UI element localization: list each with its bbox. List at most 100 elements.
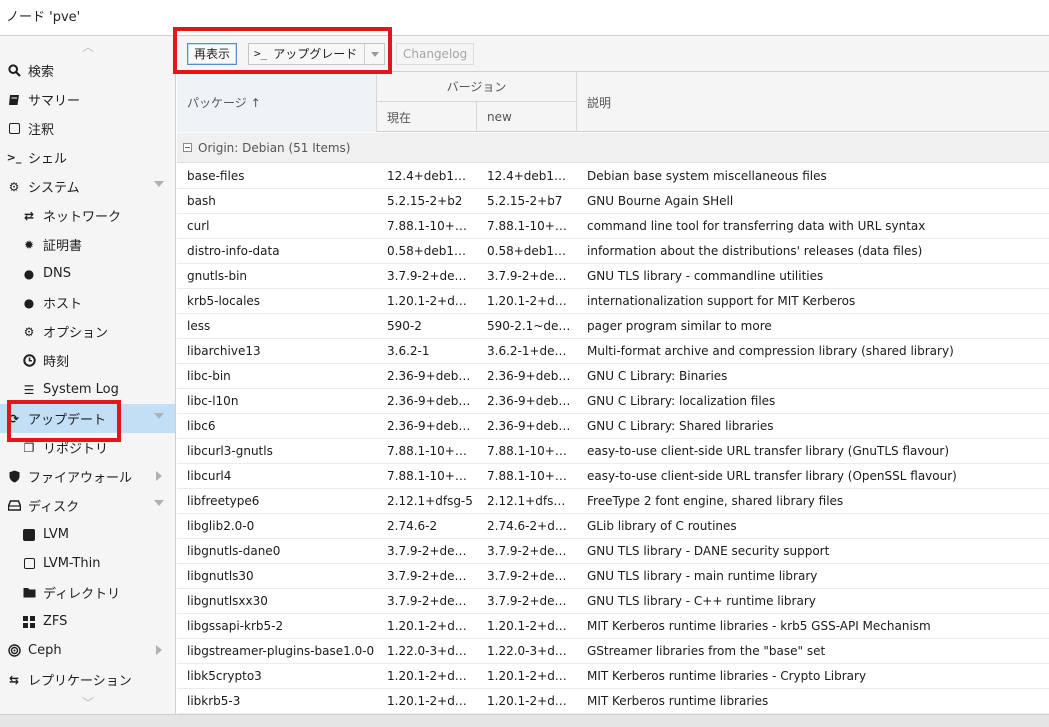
globe-icon: ● bbox=[23, 266, 35, 281]
sidebar-item-replication[interactable]: ⇆ レプリケーション bbox=[0, 665, 175, 694]
table-row[interactable]: libgstreamer-plugins-base1.0-0 1.22.0-3+d… bbox=[177, 639, 1049, 664]
column-header-package[interactable]: パッケージ ↑ bbox=[177, 72, 377, 132]
sidebar-item-label: ホスト bbox=[43, 297, 83, 312]
expand-caret-icon[interactable] bbox=[154, 181, 164, 187]
cell-new-version: 1.22.0-3+d… bbox=[487, 644, 567, 658]
column-header-description[interactable]: 説明 bbox=[577, 72, 1049, 132]
sidebar-item-label: 時刻 bbox=[43, 355, 70, 370]
certificate-icon: ✹ bbox=[23, 237, 35, 252]
cell-current-version: 1.20.1-2+d… bbox=[387, 619, 467, 633]
sidebar-item-repositories[interactable]: ❐ リポジトリ bbox=[0, 433, 175, 462]
upgrade-button[interactable]: >_ アップグレード bbox=[249, 44, 364, 64]
table-row[interactable]: distro-info-data 0.58+deb1… 0.58+deb1… info… bbox=[177, 239, 1049, 264]
table-row[interactable]: libc6 2.36-9+deb… 2.36-9+deb… GNU C Library… bbox=[177, 414, 1049, 439]
sidebar-item-firewall[interactable]: ファイアウォール bbox=[0, 462, 175, 491]
sidebar-item-system[interactable]: ⚙ システム bbox=[0, 172, 175, 201]
sidebar-item-zfs[interactable]: ZFS bbox=[0, 607, 175, 636]
sidebar-item-lvm[interactable]: LVM bbox=[0, 520, 175, 549]
cell-current-version: 2.12.1+dfsg-5 bbox=[387, 494, 473, 508]
refresh-icon: ⟳ bbox=[8, 411, 20, 426]
sidebar-item-updates[interactable]: ⟳ アップデート bbox=[0, 404, 175, 433]
expand-caret-icon[interactable] bbox=[156, 471, 162, 481]
sidebar-item-ceph[interactable]: Ceph bbox=[0, 636, 175, 665]
sidebar-item-notes[interactable]: 注釈 bbox=[0, 114, 175, 143]
sidebar-item-label: Ceph bbox=[28, 643, 62, 658]
table-row[interactable]: libcurl4 7.88.1-10+… 7.88.1-10+… easy-to-us… bbox=[177, 464, 1049, 489]
horizontal-scrollbar[interactable] bbox=[0, 714, 1049, 727]
cell-description: MIT Kerberos runtime libraries - Crypto … bbox=[587, 669, 867, 683]
toolbar: 再表示 >_ アップグレード Changelog bbox=[177, 36, 1049, 72]
cell-new-version: 12.4+deb1… bbox=[487, 169, 567, 183]
table-row[interactable]: base-files 12.4+deb1… 12.4+deb1… Debian bas… bbox=[177, 164, 1049, 189]
sidebar-item-network[interactable]: ⇄ ネットワーク bbox=[0, 201, 175, 230]
cell-description: easy-to-use client-side URL transfer lib… bbox=[587, 469, 957, 483]
table-row[interactable]: bash 5.2.15-2+b2 5.2.15-2+b7 GNU Bourne Aga… bbox=[177, 189, 1049, 214]
table-row[interactable]: libgnutls-dane0 3.7.9-2+de… 3.7.9-2+de… GNU… bbox=[177, 539, 1049, 564]
sidebar-item-certificates[interactable]: ✹ 証明書 bbox=[0, 230, 175, 259]
table-row[interactable]: libc-l10n 2.36-9+deb… 2.36-9+deb… GNU C Lib… bbox=[177, 389, 1049, 414]
sidebar-item-search[interactable]: 検索 bbox=[0, 56, 175, 85]
gear-icon: ⚙ bbox=[23, 324, 35, 339]
column-header-new[interactable]: new bbox=[477, 102, 577, 132]
cell-new-version: 0.58+deb1… bbox=[487, 244, 567, 258]
collapse-icon[interactable] bbox=[183, 143, 192, 152]
table-row[interactable]: gnutls-bin 3.7.9-2+de… 3.7.9-2+de… GNU TLS … bbox=[177, 264, 1049, 289]
table-row[interactable]: libcurl3-gnutls 7.88.1-10+… 7.88.1-10+… eas… bbox=[177, 439, 1049, 464]
expand-caret-icon[interactable] bbox=[156, 645, 162, 655]
cell-new-version: 2.36-9+deb… bbox=[487, 394, 571, 408]
sidebar-item-label: ディスク bbox=[28, 500, 80, 515]
changelog-button[interactable]: Changelog bbox=[396, 43, 475, 65]
table-row[interactable]: libc-bin 2.36-9+deb… 2.36-9+deb… GNU C Libr… bbox=[177, 364, 1049, 389]
scroll-up-icon[interactable]: ︿ bbox=[0, 38, 175, 56]
sidebar-item-directory[interactable]: ディレクトリ bbox=[0, 578, 175, 607]
cell-new-version: 7.88.1-10+… bbox=[487, 219, 567, 233]
column-header-current[interactable]: 現在 bbox=[377, 102, 477, 132]
table-row[interactable]: libarchive13 3.6.2-1 3.6.2-1+de… Multi-form… bbox=[177, 339, 1049, 364]
cell-package: distro-info-data bbox=[187, 244, 280, 258]
cell-current-version: 5.2.15-2+b2 bbox=[387, 194, 463, 208]
table-row[interactable]: krb5-locales 1.20.1-2+d… 1.20.1-2+d… intern… bbox=[177, 289, 1049, 314]
cell-package: libc6 bbox=[187, 419, 216, 433]
book-icon bbox=[6, 92, 22, 108]
search-icon bbox=[6, 63, 22, 79]
table-row[interactable]: less 590-2 590-2.1~de… pager program simila… bbox=[177, 314, 1049, 339]
cell-description: GLib library of C routines bbox=[587, 519, 737, 533]
expand-caret-icon[interactable] bbox=[154, 500, 164, 506]
table-row[interactable]: libkrb5-3 1.20.1-2+d… 1.20.1-2+d… MIT Kerbe… bbox=[177, 689, 1049, 714]
cell-description: GStreamer libraries from the "base" set bbox=[587, 644, 826, 658]
cell-new-version: 3.6.2-1+de… bbox=[487, 344, 567, 358]
table-row[interactable]: curl 7.88.1-10+… 7.88.1-10+… command line t… bbox=[177, 214, 1049, 239]
upgrade-menu-trigger[interactable] bbox=[364, 44, 384, 64]
sidebar-item-label: ネットワーク bbox=[43, 210, 122, 225]
group-header-row[interactable]: Origin: Debian (51 Items) bbox=[177, 133, 1049, 163]
note-icon bbox=[6, 121, 22, 137]
sidebar-item-dns[interactable]: ● DNS bbox=[0, 259, 175, 288]
reload-button[interactable]: 再表示 bbox=[187, 43, 238, 65]
cell-package: libfreetype6 bbox=[187, 494, 260, 508]
table-row[interactable]: libgssapi-krb5-2 1.20.1-2+d… 1.20.1-2+d… MI… bbox=[177, 614, 1049, 639]
sidebar-item-hosts[interactable]: ● ホスト bbox=[0, 288, 175, 317]
sidebar-item-shell[interactable]: >_ シェル bbox=[0, 143, 175, 172]
scroll-down-icon[interactable]: ﹀ bbox=[0, 694, 175, 712]
cell-package: libkrb5-3 bbox=[187, 694, 241, 708]
table-row[interactable]: libk5crypto3 1.20.1-2+d… 1.20.1-2+d… MIT Ke… bbox=[177, 664, 1049, 689]
table-row[interactable]: libgnutlsxx30 3.7.9-2+de… 3.7.9-2+de… GNU T… bbox=[177, 589, 1049, 614]
sidebar-item-disks[interactable]: ディスク bbox=[0, 491, 175, 520]
cell-current-version: 2.36-9+deb… bbox=[387, 419, 471, 433]
sidebar-item-label: オプション bbox=[43, 326, 109, 341]
table-row[interactable]: libglib2.0-0 2.74.6-2 2.74.6-2+d… GLib libr… bbox=[177, 514, 1049, 539]
sidebar-item-time[interactable]: 時刻 bbox=[0, 346, 175, 375]
table-row[interactable]: libfreetype6 2.12.1+dfsg-5 2.12.1+dfs… Free… bbox=[177, 489, 1049, 514]
sidebar-item-options[interactable]: ⚙ オプション bbox=[0, 317, 175, 346]
cell-new-version: 2.36-9+deb… bbox=[487, 419, 571, 433]
cell-description: GNU TLS library - commandline utilities bbox=[587, 269, 824, 283]
sidebar-item-syslog[interactable]: ☰ System Log bbox=[0, 375, 175, 404]
expand-caret-icon[interactable] bbox=[154, 413, 164, 419]
cell-package: libc-bin bbox=[187, 369, 231, 383]
sidebar-item-lvm-thin[interactable]: LVM-Thin bbox=[0, 549, 175, 578]
table-row[interactable]: libgnutls30 3.7.9-2+de… 3.7.9-2+de… GNU TLS… bbox=[177, 564, 1049, 589]
cell-current-version: 3.7.9-2+de… bbox=[387, 269, 467, 283]
upgrade-split-button[interactable]: >_ アップグレード bbox=[248, 43, 385, 65]
cell-current-version: 0.58+deb1… bbox=[387, 244, 467, 258]
sidebar-item-summary[interactable]: サマリー bbox=[0, 85, 175, 114]
